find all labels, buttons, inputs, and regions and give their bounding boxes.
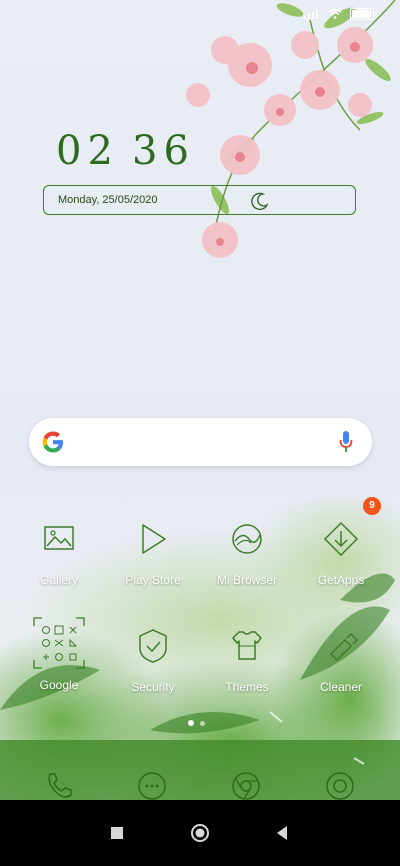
status-bar <box>304 8 377 20</box>
app-label: Google <box>39 678 79 692</box>
google-search-bar[interactable] <box>29 418 372 466</box>
getapps-icon <box>323 521 359 557</box>
themes-icon <box>232 631 262 660</box>
app-gallery[interactable]: Gallery <box>14 519 104 587</box>
recents-button[interactable] <box>110 826 124 840</box>
app-label: Security <box>131 680 175 694</box>
camera-icon[interactable] <box>324 770 356 802</box>
app-cleaner[interactable]: Cleaner <box>296 626 386 694</box>
app-mi-browser[interactable]: Mi Browser <box>202 519 292 587</box>
back-button[interactable] <box>275 825 289 841</box>
app-security[interactable]: Security <box>108 626 198 694</box>
home-button[interactable] <box>190 823 210 843</box>
page-indicator <box>188 720 205 726</box>
signal-icon <box>304 9 318 19</box>
chrome-icon[interactable] <box>230 770 262 802</box>
navigation-bar <box>0 800 400 866</box>
date-text: Monday, 25/05/2020 <box>58 194 158 206</box>
app-play-store[interactable]: Play Store <box>108 519 198 587</box>
gallery-icon <box>44 526 74 550</box>
app-themes[interactable]: Themes <box>202 626 292 694</box>
mic-icon[interactable] <box>339 430 353 454</box>
clock-hours: 02 <box>56 128 119 174</box>
folder-google[interactable]: Google <box>14 617 104 692</box>
app-label: Gallery <box>39 573 78 587</box>
app-label: GetApps <box>317 573 365 587</box>
google-logo-icon <box>42 431 63 453</box>
app-label: Play Store <box>125 573 181 587</box>
page-dot <box>200 720 205 726</box>
mi-browser-icon <box>232 524 262 554</box>
moon-icon <box>251 192 269 210</box>
security-icon <box>139 629 167 663</box>
app-label: Mi Browser <box>216 573 277 587</box>
app-label: Themes <box>225 680 269 694</box>
flower-wallpaper-decoration <box>186 0 396 258</box>
play-store-icon <box>142 524 166 554</box>
cleaner-icon <box>329 632 359 662</box>
app-getapps[interactable]: 9 GetApps <box>296 497 386 587</box>
page-dot-active <box>188 720 194 726</box>
clock-minutes: 36 <box>132 128 195 174</box>
phone-icon[interactable] <box>42 770 74 802</box>
home-screen: 02 36 Monday, 25/05/2020 Gallery Play St… <box>0 0 400 866</box>
google-folder-icon <box>33 617 85 669</box>
app-label: Cleaner <box>319 680 363 694</box>
messages-icon[interactable] <box>136 770 168 802</box>
battery-icon <box>350 8 377 20</box>
wifi-icon <box>328 9 342 19</box>
date-widget[interactable]: Monday, 25/05/2020 <box>43 185 356 215</box>
notification-badge: 9 <box>363 497 381 515</box>
